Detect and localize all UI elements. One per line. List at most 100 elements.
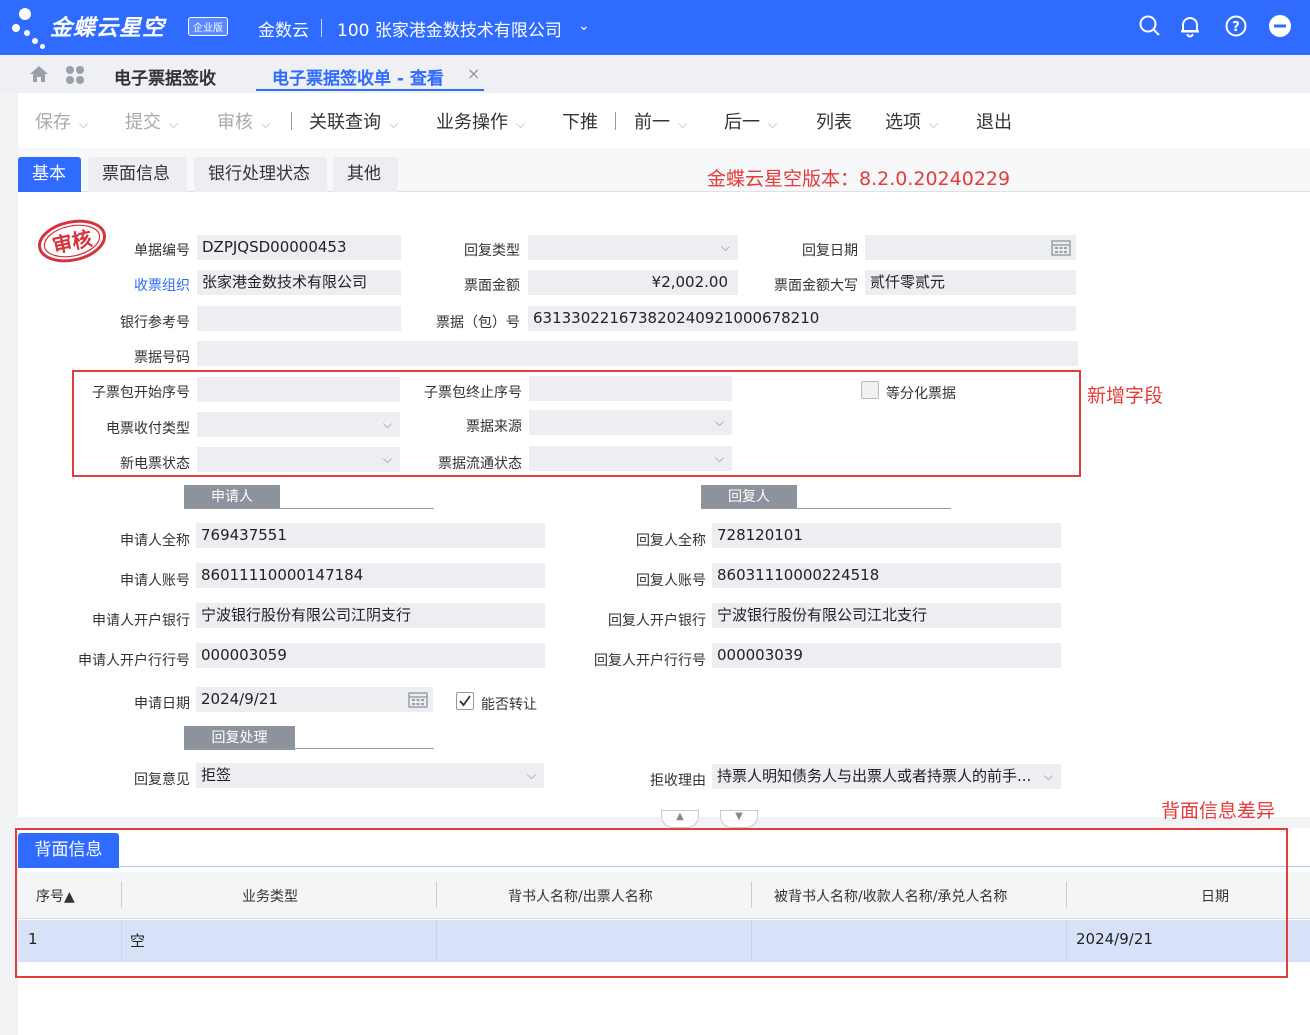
checkmark-icon bbox=[459, 695, 471, 707]
submit-button[interactable]: 提交 ⌵ bbox=[125, 108, 178, 134]
chevron-down-icon: ⌵ bbox=[382, 452, 392, 466]
reply-date-field[interactable] bbox=[865, 235, 1076, 260]
replier-account-field[interactable]: 86031110000224518 bbox=[712, 563, 1061, 588]
recv-org-field[interactable]: 张家港金数技术有限公司 bbox=[197, 270, 401, 295]
recv-org-label[interactable]: 收票组织 bbox=[100, 275, 190, 295]
applicant-account-label: 申请人账号 bbox=[120, 573, 190, 589]
apply-date-label: 申请日期 bbox=[134, 696, 190, 712]
replier-name-field[interactable]: 728120101 bbox=[712, 523, 1061, 548]
exit-button[interactable]: 退出 bbox=[976, 108, 1012, 134]
bill-code-label: 票据号码 bbox=[134, 350, 190, 366]
toolbar-divider bbox=[615, 112, 616, 130]
chevron-down-icon: ⌵ bbox=[1043, 769, 1053, 783]
calendar-icon[interactable] bbox=[408, 691, 428, 708]
reply-date-label: 回复日期 bbox=[802, 243, 858, 259]
tab-bill-receipt-view[interactable]: 电子票据签收单 - 查看 bbox=[272, 64, 444, 89]
active-tab-indicator bbox=[256, 89, 484, 91]
tab-basic[interactable]: 基本 bbox=[18, 157, 81, 192]
sub-end-label: 子票包终止序号 bbox=[424, 385, 522, 401]
reply-type-label: 回复类型 bbox=[464, 243, 520, 259]
applicant-bank-field[interactable]: 宁波银行股份有限公司江阴支行 bbox=[196, 603, 545, 628]
close-icon[interactable]: × bbox=[467, 64, 480, 83]
pay-type-label: 电票收付类型 bbox=[106, 421, 190, 437]
save-button[interactable]: 保存 ⌵ bbox=[35, 108, 88, 134]
next-button[interactable]: 后一 ⌵ bbox=[724, 108, 777, 134]
tab-other[interactable]: 其他 bbox=[333, 157, 398, 192]
chevron-down-icon: ⌵ bbox=[714, 415, 724, 429]
reply-opinion-select[interactable]: 拒签 ⌵ bbox=[196, 763, 544, 788]
applicant-bank-no-field[interactable]: 000003059 bbox=[196, 643, 545, 668]
face-amount-upper-label: 票面金额大写 bbox=[774, 278, 858, 294]
bill-no-field[interactable]: DZPJQSD00000453 bbox=[197, 235, 401, 260]
reject-reason-select[interactable]: 持票人明知债务人与出票人或者持票人的前手... ⌵ bbox=[712, 764, 1061, 789]
bill-source-label: 票据来源 bbox=[466, 419, 522, 435]
face-amount-field[interactable]: ¥2,002.00 bbox=[528, 270, 738, 295]
home-icon[interactable] bbox=[28, 63, 50, 85]
reply-process-section-title: 回复处理 bbox=[184, 726, 295, 750]
business-ops-button[interactable]: 业务操作 ⌵ bbox=[436, 108, 525, 134]
more-icon[interactable] bbox=[1268, 14, 1292, 38]
calendar-icon[interactable] bbox=[1051, 239, 1071, 256]
product-name[interactable]: 金数云 bbox=[258, 16, 309, 41]
audit-button[interactable]: 审核 ⌵ bbox=[217, 108, 270, 134]
options-button[interactable]: 选项 ⌵ bbox=[885, 108, 938, 134]
chevron-down-icon: ⌵ bbox=[389, 117, 399, 131]
replier-bank-label: 回复人开户银行 bbox=[608, 613, 706, 629]
apps-grid-icon[interactable] bbox=[64, 64, 86, 86]
list-button[interactable]: 列表 bbox=[816, 108, 852, 134]
tab-face-info[interactable]: 票面信息 bbox=[88, 157, 187, 192]
replier-bank-no-field[interactable]: 000003039 bbox=[712, 643, 1061, 668]
new-status-select[interactable]: ⌵ bbox=[197, 447, 400, 472]
face-amount-upper-field[interactable]: 贰仟零贰元 bbox=[865, 270, 1076, 295]
replier-bank-field[interactable]: 宁波银行股份有限公司江北支行 bbox=[712, 603, 1061, 628]
version-annotation: 金蝶云星空版本：8.2.0.20240229 bbox=[707, 168, 1011, 190]
bank-ref-field[interactable] bbox=[197, 306, 401, 331]
equal-split-checkbox[interactable] bbox=[861, 381, 879, 399]
reply-type-select[interactable]: ⌵ bbox=[528, 235, 738, 260]
applicant-account-field[interactable]: 86011110000147184 bbox=[196, 563, 545, 588]
back-diff-annotation: 背面信息差异 bbox=[1161, 800, 1276, 822]
help-icon[interactable]: ? bbox=[1224, 14, 1248, 38]
replier-section-line bbox=[701, 508, 951, 509]
new-status-label: 新电票状态 bbox=[120, 456, 190, 472]
bank-ref-label: 银行参考号 bbox=[120, 315, 190, 331]
tab-bill-receipt-list[interactable]: 电子票据签收 bbox=[114, 64, 216, 89]
chevron-down-icon: ⌵ bbox=[929, 117, 939, 131]
new-fields-annotation: 新增字段 bbox=[1087, 385, 1164, 407]
edition-badge: 企业版 bbox=[188, 17, 228, 36]
search-icon[interactable] bbox=[1138, 14, 1162, 38]
equal-split-label: 等分化票据 bbox=[886, 386, 956, 402]
applicant-name-field[interactable]: 769437551 bbox=[196, 523, 545, 548]
collapse-up-handle[interactable]: ▲ bbox=[661, 810, 699, 828]
circ-status-label: 票据流通状态 bbox=[438, 456, 522, 472]
chevron-down-icon: ⌵ bbox=[720, 240, 730, 254]
tab-bank-status[interactable]: 银行处理状态 bbox=[194, 157, 327, 192]
pay-type-select[interactable]: ⌵ bbox=[197, 412, 400, 437]
chevron-down-icon: ⌵ bbox=[768, 117, 778, 131]
top-bar: 金蝶云星空 企业版 金数云 100 张家港金数技术有限公司 ⌄ ? bbox=[0, 0, 1310, 55]
prev-button[interactable]: 前一 ⌵ bbox=[634, 108, 687, 134]
bill-source-select[interactable]: ⌵ bbox=[529, 410, 732, 435]
company-switcher[interactable]: 100 张家港金数技术有限公司 bbox=[337, 16, 562, 41]
sub-start-field[interactable] bbox=[197, 377, 400, 402]
transferable-checkbox[interactable] bbox=[456, 692, 474, 710]
push-down-button[interactable]: 下推 bbox=[562, 108, 598, 134]
chevron-down-icon: ⌵ bbox=[678, 117, 688, 131]
applicant-bank-label: 申请人开户银行 bbox=[92, 613, 190, 629]
applicant-bank-no-label: 申请人开户行行号 bbox=[78, 653, 190, 669]
kingdee-logo-icon bbox=[10, 8, 50, 50]
collapse-down-handle[interactable]: ▼ bbox=[720, 810, 758, 828]
apply-date-field[interactable]: 2024/9/21 bbox=[196, 687, 433, 712]
sub-end-field[interactable] bbox=[529, 376, 732, 401]
chevron-down-icon[interactable]: ⌄ bbox=[578, 18, 590, 34]
circ-status-select[interactable]: ⌵ bbox=[529, 446, 732, 471]
related-query-button[interactable]: 关联查询 ⌵ bbox=[309, 108, 398, 134]
audited-stamp: 审核 bbox=[37, 219, 107, 263]
bill-code-field[interactable] bbox=[197, 341, 1078, 366]
bill-pkg-no-field[interactable]: 631330221673820240921000678210 bbox=[528, 306, 1076, 331]
reject-reason-label: 拒收理由 bbox=[650, 773, 706, 789]
bill-pkg-no-label: 票据（包）号 bbox=[436, 315, 520, 331]
face-amount-label: 票面金额 bbox=[464, 278, 520, 294]
bell-icon[interactable] bbox=[1178, 14, 1202, 38]
svg-text:?: ? bbox=[1232, 20, 1240, 35]
